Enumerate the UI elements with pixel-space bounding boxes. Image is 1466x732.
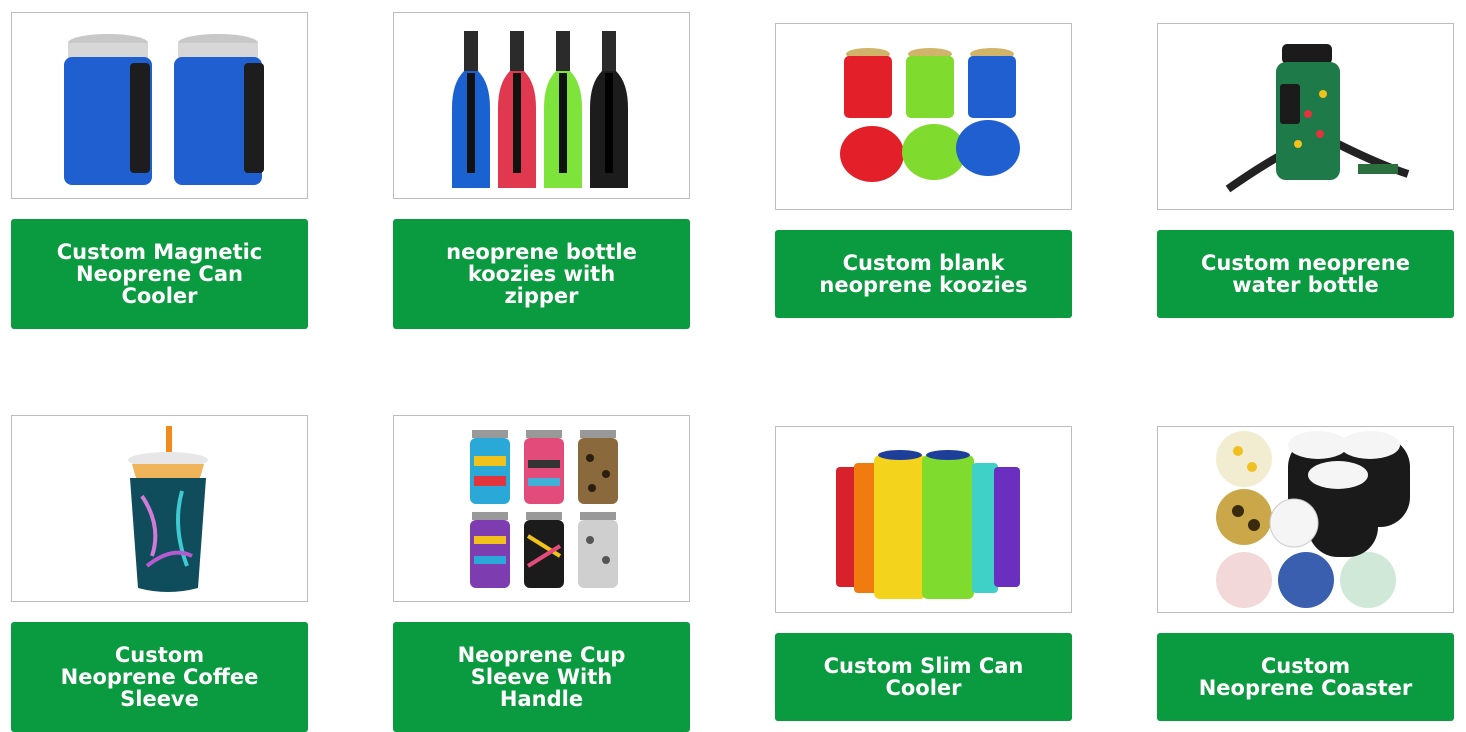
coffee-sleeve-image[interactable] xyxy=(11,415,308,602)
bottle-koozie-zipper-image[interactable] xyxy=(393,12,690,199)
cup-sleeve-illustration xyxy=(470,430,618,588)
magnetic-can-cooler-image[interactable] xyxy=(11,12,308,199)
product-title-button[interactable]: Custom Neoprene Coaster xyxy=(1157,633,1454,721)
water-bottle-bag-image[interactable] xyxy=(1157,23,1454,210)
product-title: Custom blank neoprene koozies xyxy=(819,251,1028,297)
bottle-koozie-illustration xyxy=(452,31,628,188)
product-title: Custom Neoprene Coaster xyxy=(1198,654,1413,700)
product-title-button[interactable]: Custom neoprene water bottle xyxy=(1157,230,1454,318)
product-title-button[interactable]: Custom Slim Can Cooler xyxy=(775,633,1072,721)
product-title: Custom Slim Can Cooler xyxy=(823,654,1024,700)
neoprene-coaster-illustration xyxy=(1216,431,1410,608)
product-title: neoprene bottle koozies with zipper xyxy=(446,240,637,308)
product-title-button[interactable]: Custom Neoprene Coffee Sleeve xyxy=(11,622,308,732)
product-title-button[interactable]: Custom Magnetic Neoprene Can Cooler xyxy=(11,219,308,329)
product-title: Custom Neoprene Coffee Sleeve xyxy=(60,643,259,711)
magnetic-can-cooler-illustration xyxy=(64,34,264,185)
product-title-button[interactable]: Neoprene Cup Sleeve With Handle xyxy=(393,622,690,732)
neoprene-coaster-image[interactable] xyxy=(1157,426,1454,613)
product-title: Custom neoprene water bottle xyxy=(1201,251,1410,297)
blank-koozies-image[interactable] xyxy=(775,23,1072,210)
cup-sleeve-handle-image[interactable] xyxy=(393,415,690,602)
water-bottle-bag-illustration xyxy=(1225,44,1410,193)
slim-can-cooler-image[interactable] xyxy=(775,426,1072,613)
blank-koozies-illustration xyxy=(840,48,1020,182)
product-title: Neoprene Cup Sleeve With Handle xyxy=(457,643,626,711)
coffee-sleeve-illustration xyxy=(128,426,208,592)
slim-can-cooler-illustration xyxy=(836,450,1020,599)
product-title-button[interactable]: Custom blank neoprene koozies xyxy=(775,230,1072,318)
product-title-button[interactable]: neoprene bottle koozies with zipper xyxy=(393,219,690,329)
product-title: Custom Magnetic Neoprene Can Cooler xyxy=(56,240,263,308)
